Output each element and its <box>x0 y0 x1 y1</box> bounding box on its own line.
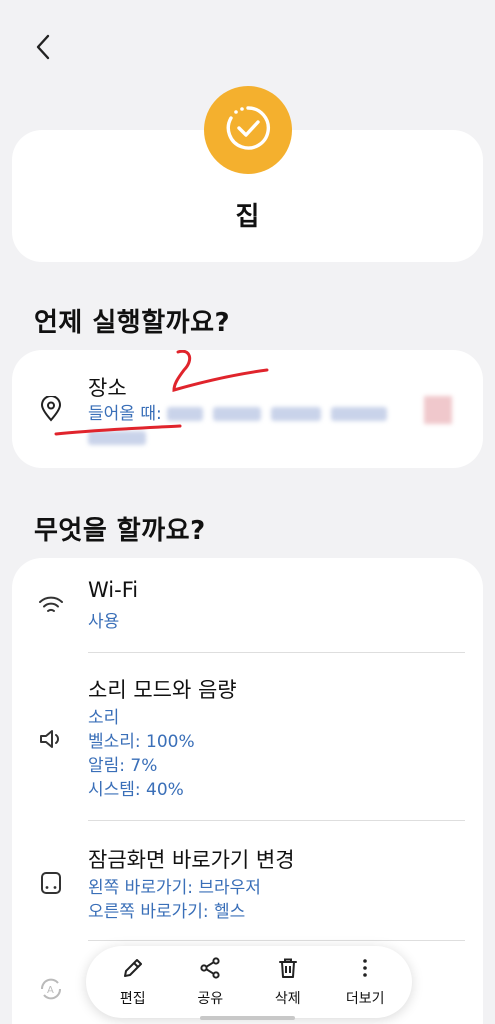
action-detail: 오른쪽 바로가기: 헬스 <box>88 902 246 922</box>
bottom-toolbar: 편집 공유 삭제 더보기 <box>86 946 412 1018</box>
divider <box>88 652 465 653</box>
action-detail: 알림: 7% <box>88 756 158 776</box>
action-detail: 왼쪽 바로가기: 브라우저 <box>88 878 261 898</box>
phone-icon <box>38 870 64 896</box>
what-section-title: 무엇을 할까요? <box>34 516 206 546</box>
when-section-title: 언제 실행할까요? <box>34 308 231 338</box>
speaker-icon <box>38 726 64 752</box>
annotation-mark <box>54 350 269 436</box>
svg-text:A: A <box>47 985 54 996</box>
back-button[interactable] <box>28 34 58 64</box>
chevron-left-icon <box>35 34 51 64</box>
divider <box>88 940 465 941</box>
action-title: 소리 모드와 음량 <box>88 678 237 702</box>
share-button[interactable]: 공유 <box>175 956 245 1008</box>
divider <box>88 820 465 821</box>
wifi-icon <box>38 592 64 618</box>
pencil-icon <box>121 956 145 988</box>
action-detail: 소리 <box>88 708 120 728</box>
action-title: 잠금화면 바로가기 변경 <box>88 848 295 872</box>
delete-button[interactable]: 삭제 <box>253 956 323 1008</box>
condition-card[interactable]: 장소 들어올 때: <box>12 350 483 468</box>
auto-rotate-icon: A <box>36 974 66 1008</box>
action-detail: 사용 <box>88 612 120 632</box>
edit-label: 편집 <box>119 991 146 1007</box>
routine-title: 집 <box>235 202 260 232</box>
share-icon <box>198 956 222 988</box>
action-detail: 시스템: 40% <box>88 780 184 800</box>
action-title: Wi-Fi <box>88 578 139 602</box>
clock-check-icon <box>222 102 274 158</box>
action-detail: 벨소리: 100% <box>88 732 195 752</box>
share-label: 공유 <box>197 991 224 1007</box>
home-indicator <box>200 1016 295 1020</box>
routine-icon <box>204 86 292 174</box>
more-vertical-icon <box>353 956 377 988</box>
more-label: 더보기 <box>345 991 385 1007</box>
delete-label: 삭제 <box>274 991 301 1007</box>
more-button[interactable]: 더보기 <box>330 956 400 1008</box>
edit-button[interactable]: 편집 <box>98 956 168 1008</box>
trash-icon <box>276 956 300 988</box>
